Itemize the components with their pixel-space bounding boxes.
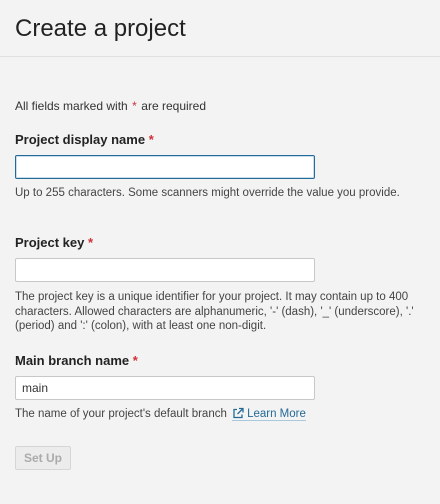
project-key-help: The project key is a unique identifier f… (15, 291, 414, 332)
project-key-input[interactable] (15, 258, 315, 282)
display-name-help: Up to 255 characters. Some scanners migh… (15, 187, 400, 199)
display-name-label: Project display name * (15, 132, 154, 148)
display-name-input[interactable] (15, 155, 315, 179)
main-branch-label-text: Main branch name (15, 353, 130, 368)
required-note-suffix: are required (141, 99, 207, 113)
required-star: * (148, 132, 154, 147)
learn-more-label: Learn More (247, 408, 306, 420)
learn-more-link[interactable]: Learn More (232, 407, 306, 421)
project-key-label: Project key * (15, 235, 93, 251)
required-note: All fields marked with * are required (15, 97, 206, 115)
required-star: * (132, 353, 138, 368)
required-note-prefix: All fields marked with (15, 99, 128, 113)
page-title: Create a project (15, 15, 186, 42)
page-header: Create a project (0, 0, 440, 57)
main-branch-help: The name of your project's default branc… (15, 407, 306, 422)
external-link-icon (232, 407, 245, 419)
main-branch-input[interactable] (15, 376, 315, 400)
required-star: * (88, 235, 94, 250)
required-star: * (132, 99, 137, 113)
set-up-button[interactable]: Set Up (15, 446, 71, 470)
main-branch-help-text: The name of your project's default branc… (15, 408, 227, 420)
project-key-label-text: Project key (15, 235, 85, 250)
main-branch-label: Main branch name * (15, 353, 138, 369)
display-name-label-text: Project display name (15, 132, 146, 147)
